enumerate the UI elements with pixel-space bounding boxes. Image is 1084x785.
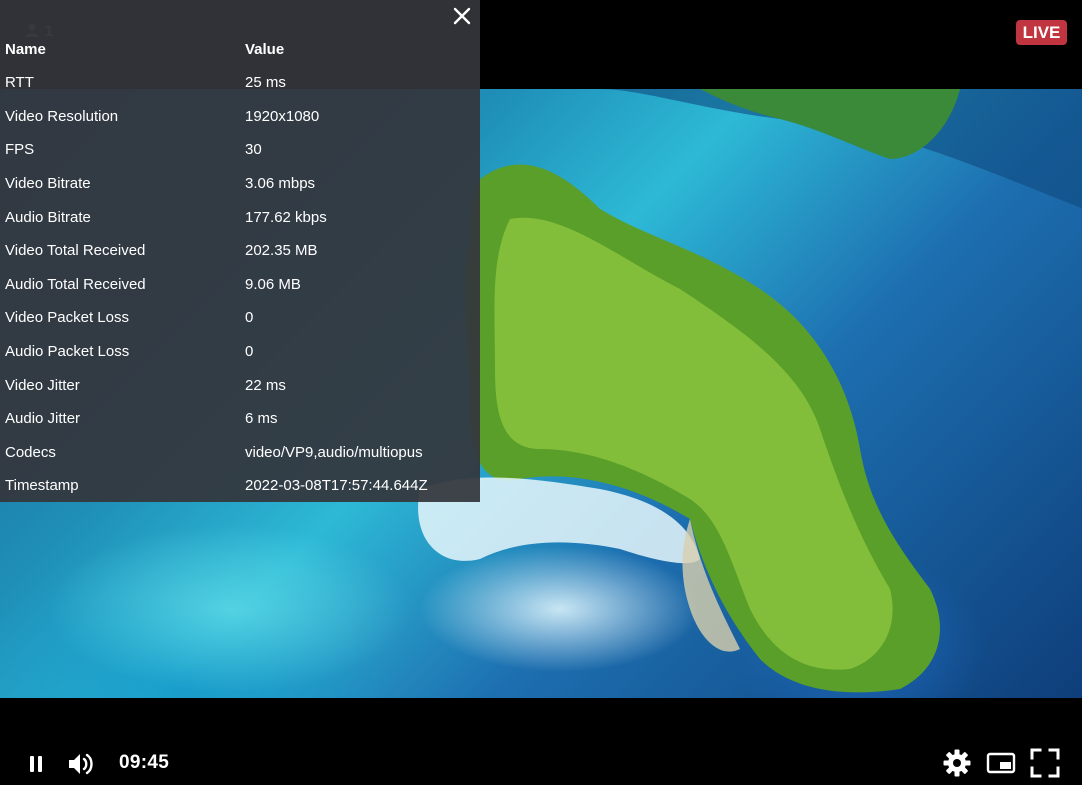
fullscreen-button[interactable]	[1029, 747, 1061, 779]
stat-value: 3.06 mbps	[245, 175, 316, 193]
table-row: Video Bitrate 3.06 mbps	[0, 167, 480, 201]
close-icon	[453, 7, 471, 25]
stat-name: Audio Jitter	[5, 410, 81, 428]
table-row: Video Total Received 202.35 MB	[0, 234, 480, 268]
close-stats-button[interactable]	[452, 6, 472, 26]
table-row: Audio Bitrate 177.62 kbps	[0, 200, 480, 234]
stats-header-row: Name Value	[0, 32, 480, 66]
table-row: Video Packet Loss 0	[0, 301, 480, 335]
stat-value: video/VP9,audio/multiopus	[245, 443, 423, 461]
table-row: Audio Total Received 9.06 MB	[0, 268, 480, 302]
stat-value: 22 ms	[245, 376, 286, 394]
stat-value: 0	[245, 309, 254, 327]
stat-value: 6 ms	[245, 410, 278, 428]
fullscreen-icon	[1030, 748, 1060, 778]
picture-in-picture-button[interactable]	[986, 751, 1016, 775]
stat-name: RTT	[5, 74, 34, 92]
table-row: Timestamp 2022-03-08T17:57:44.644Z	[0, 469, 480, 503]
stat-name: Video Packet Loss	[5, 309, 129, 327]
stat-name: Video Total Received	[5, 242, 146, 260]
stat-value: 30	[245, 141, 262, 159]
settings-button[interactable]	[942, 748, 972, 778]
stat-name: Audio Packet Loss	[5, 343, 130, 361]
column-header-name: Name	[5, 40, 46, 58]
picture-in-picture-icon	[986, 752, 1016, 774]
video-player[interactable]: 09:45 LIVE Name Value RTT 25 ms Video Re…	[0, 0, 1084, 785]
stat-value: 0	[245, 343, 254, 361]
table-row: Video Resolution 1920x1080	[0, 100, 480, 134]
table-row: Codecs video/VP9,audio/multiopus	[0, 436, 480, 470]
stat-name: Video Resolution	[5, 107, 119, 125]
table-row: Audio Jitter 6 ms	[0, 402, 480, 436]
pause-icon	[30, 756, 42, 772]
table-row: RTT 25 ms	[0, 66, 480, 100]
stat-name: Timestamp	[5, 477, 79, 495]
settings-icon	[943, 749, 971, 777]
stat-value: 2022-03-08T17:57:44.644Z	[245, 477, 428, 495]
column-header-value: Value	[245, 40, 285, 58]
stat-value: 202.35 MB	[245, 242, 318, 260]
stat-value: 9.06 MB	[245, 275, 301, 293]
stat-value: 1920x1080	[245, 107, 320, 125]
stats-panel: Name Value RTT 25 ms Video Resolution 1920…	[0, 0, 480, 502]
stat-name: Video Bitrate	[5, 175, 91, 193]
stat-name: Codecs	[5, 443, 56, 461]
stat-name: Audio Bitrate	[5, 208, 91, 226]
stat-value: 25 ms	[245, 74, 286, 92]
stats-table: Name Value RTT 25 ms Video Resolution 1920…	[0, 32, 480, 503]
stat-name: Video Jitter	[5, 376, 80, 394]
volume-button[interactable]	[67, 751, 95, 777]
stat-name: FPS	[5, 141, 35, 159]
stat-value: 177.62 kbps	[245, 208, 327, 226]
table-row: FPS 30	[0, 133, 480, 167]
live-badge: LIVE	[1016, 20, 1067, 45]
pause-button[interactable]	[27, 754, 45, 774]
volume-icon	[69, 753, 93, 775]
table-row: Video Jitter 22 ms	[0, 368, 480, 402]
stat-name: Audio Total Received	[5, 275, 146, 293]
time-display: 09:45	[119, 752, 170, 773]
table-row: Audio Packet Loss 0	[0, 335, 480, 369]
